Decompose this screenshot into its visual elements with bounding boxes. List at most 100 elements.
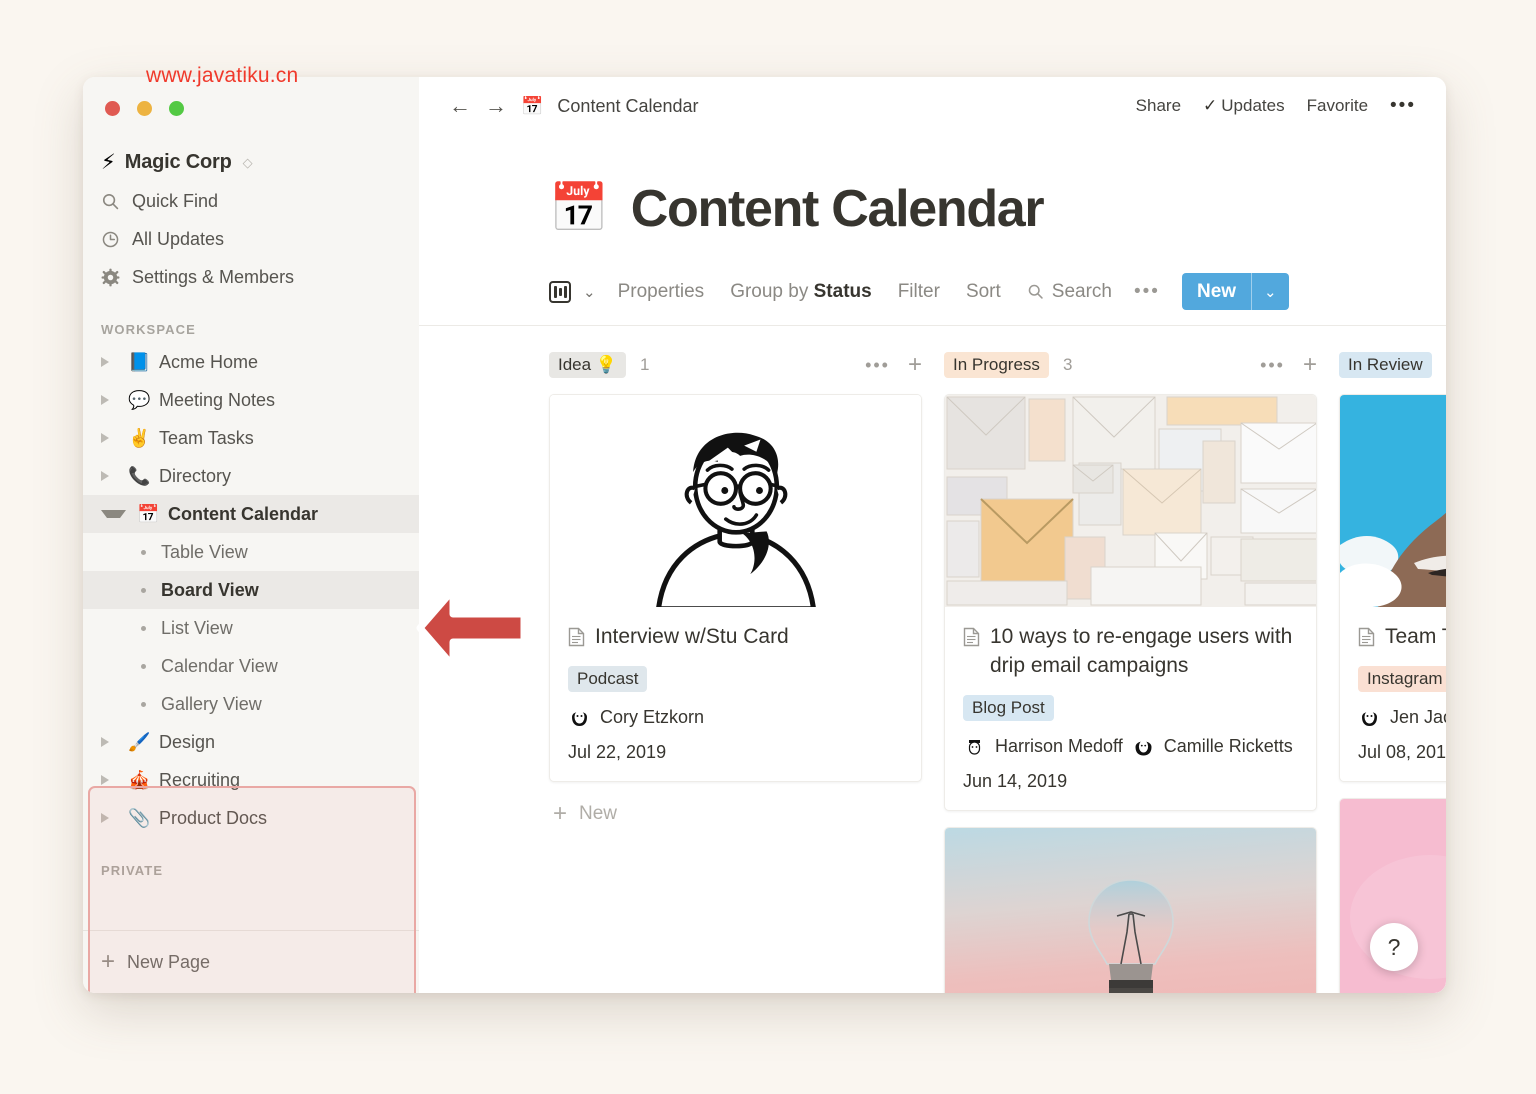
board-card[interactable]: Interview w/Stu Card Podcast Cory Etzkor…	[549, 394, 922, 782]
search-button[interactable]: Search	[1027, 281, 1112, 303]
zoom-window-button[interactable]	[169, 101, 184, 116]
board-column-in-review: In Review Team Instagram Jen Jac Jul 08,…	[1339, 348, 1446, 993]
sidebar-item-all-updates[interactable]: All Updates	[83, 220, 419, 258]
sidebar-item-acme-home[interactable]: 📘 Acme Home	[83, 343, 419, 381]
column-more-options-icon[interactable]: •••	[865, 355, 890, 376]
chevron-right-icon[interactable]	[101, 775, 117, 785]
column-add-icon[interactable]: +	[908, 353, 922, 377]
board-card[interactable]: Team T Instagram	[1339, 394, 1446, 782]
line-art-portrait-illustration	[550, 395, 921, 607]
sidebar-view-list-view[interactable]: List View	[83, 609, 419, 647]
more-options-icon[interactable]: •••	[1390, 95, 1416, 117]
chevron-right-icon[interactable]	[101, 357, 117, 367]
page-title[interactable]: Content Calendar	[631, 179, 1045, 239]
group-by-button[interactable]: Group by Status	[730, 281, 872, 303]
avatar	[963, 734, 986, 758]
sidebar-item-label: Quick Find	[132, 190, 219, 211]
sort-button[interactable]: Sort	[966, 281, 1001, 303]
card-cover-image	[550, 395, 921, 607]
person: Cory Etzkorn	[568, 705, 704, 729]
forward-arrow-icon[interactable]: →	[485, 95, 507, 117]
sidebar-view-calendar-view[interactable]: Calendar View	[83, 647, 419, 685]
status-badge[interactable]: Idea 💡	[549, 352, 626, 378]
add-card-label: New	[579, 802, 618, 824]
breadcrumb[interactable]: Content Calendar	[557, 96, 698, 117]
add-card-button[interactable]: + New	[549, 798, 922, 826]
chevron-right-icon[interactable]	[101, 471, 117, 481]
favorite-button[interactable]: Favorite	[1307, 96, 1368, 116]
sidebar-view-label: Table View	[161, 541, 248, 562]
column-more-options-icon[interactable]: •••	[1260, 355, 1285, 376]
chevron-right-icon[interactable]	[101, 433, 117, 443]
sidebar-item-design[interactable]: 🖌️ Design	[83, 723, 419, 761]
chevron-down-icon[interactable]: ⌄	[583, 283, 596, 301]
sidebar-item-team-tasks[interactable]: ✌️ Team Tasks	[83, 419, 419, 457]
sidebar-view-table-view[interactable]: Table View	[83, 533, 419, 571]
board-card[interactable]: 10 ways to re-engage users with drip ema…	[944, 394, 1317, 811]
view-more-options-icon[interactable]: •••	[1134, 281, 1160, 303]
lightning-bolt-icon: ⚡	[101, 150, 116, 174]
chevron-down-icon[interactable]: ⌄	[1252, 273, 1289, 310]
group-by-prefix: Group by	[730, 280, 814, 302]
chevron-right-icon[interactable]	[101, 813, 117, 823]
card-body: 10 ways to re-engage users with drip ema…	[945, 607, 1316, 810]
sidebar-item-label: Product Docs	[159, 807, 268, 828]
person-name: Harrison Medoff	[995, 735, 1123, 756]
card-tag: Blog Post	[963, 694, 1054, 721]
column-count: 1	[640, 355, 650, 374]
sidebar-item-directory[interactable]: 📞 Directory	[83, 457, 419, 495]
back-arrow-icon[interactable]: ←	[449, 95, 471, 117]
sidebar-item-label: Recruiting	[159, 769, 241, 790]
minimize-window-button[interactable]	[137, 101, 152, 116]
top-bar: ← → 📅 Content Calendar Share ✓ Updates Fa…	[419, 77, 1446, 135]
plus-icon: +	[553, 799, 568, 827]
sidebar-item-settings-members[interactable]: Settings & Members	[83, 258, 419, 296]
close-window-button[interactable]	[105, 101, 120, 116]
column-add-icon[interactable]: +	[1303, 353, 1317, 377]
search-icon	[1028, 284, 1043, 299]
board-column-in-progress: In Progress 3 ••• + 10 ways to re-engage…	[944, 348, 1317, 993]
properties-button[interactable]: Properties	[618, 281, 705, 303]
page-emoji-icon[interactable]: 📅	[549, 185, 609, 233]
person-name: Camille Ricketts	[1163, 735, 1293, 756]
chevron-right-icon[interactable]	[101, 737, 117, 747]
check-icon: ✓	[1203, 96, 1218, 115]
new-page-button[interactable]: + New Page	[83, 931, 419, 993]
filter-button[interactable]: Filter	[898, 281, 940, 303]
card-title-row: Team T	[1358, 623, 1446, 652]
sidebar-item-meeting-notes[interactable]: 💬 Meeting Notes	[83, 381, 419, 419]
sidebar-item-product-docs[interactable]: 📎 Product Docs	[83, 799, 419, 837]
card-title-row: 10 ways to re-engage users with drip ema…	[963, 623, 1298, 681]
sidebar-item-recruiting[interactable]: 🎪 Recruiting	[83, 761, 419, 799]
group-by-value: Status	[813, 280, 872, 302]
card-people: Jen Jac	[1358, 705, 1446, 729]
workspace-switcher[interactable]: ⚡ Magic Corp ◇	[83, 142, 419, 182]
help-button[interactable]: ?	[1370, 923, 1418, 971]
section-label-private: PRIVATE	[101, 863, 164, 878]
plus-icon: +	[101, 948, 116, 975]
updates-button[interactable]: ✓ Updates	[1203, 96, 1285, 116]
sidebar-item-quick-find[interactable]: Quick Find	[83, 182, 419, 220]
search-icon	[102, 193, 119, 209]
card-cover-image	[945, 395, 1316, 607]
bullet-icon	[141, 701, 146, 707]
status-label: Idea	[558, 355, 592, 374]
new-record-button[interactable]: New ⌄	[1181, 273, 1289, 310]
avatar	[568, 705, 591, 729]
board-card[interactable]	[944, 826, 1317, 993]
chevron-down-icon[interactable]	[101, 510, 126, 518]
chevron-updown-icon: ◇	[242, 154, 253, 170]
sidebar-view-label: Board View	[161, 579, 259, 600]
page-emoji-icon: 🎪	[128, 769, 151, 790]
sidebar-item-content-calendar[interactable]: 📅 Content Calendar	[83, 495, 419, 533]
sidebar-view-board-view[interactable]: Board View	[83, 571, 419, 609]
document-icon	[1358, 627, 1375, 647]
share-button[interactable]: Share	[1136, 96, 1181, 116]
sidebar-item-label: Team Tasks	[159, 427, 254, 448]
board-view-icon[interactable]	[549, 280, 571, 303]
chevron-right-icon[interactable]	[101, 395, 117, 405]
status-badge[interactable]: In Review	[1339, 352, 1432, 378]
sidebar-view-gallery-view[interactable]: Gallery View	[83, 685, 419, 723]
status-badge[interactable]: In Progress	[944, 352, 1049, 378]
bullet-icon	[141, 587, 146, 593]
